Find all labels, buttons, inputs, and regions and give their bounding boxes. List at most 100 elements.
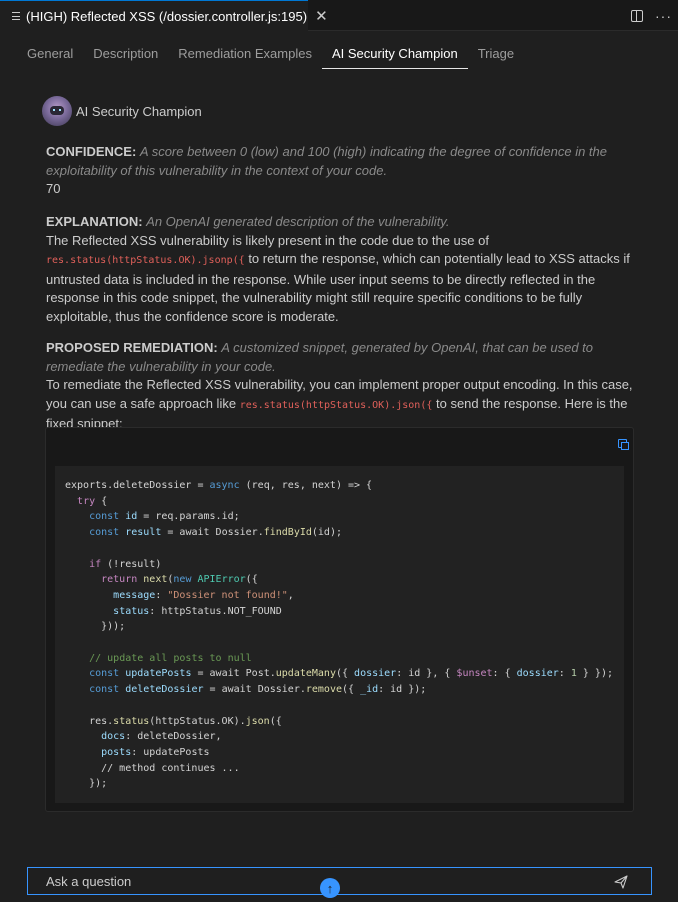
code-token: updateMany xyxy=(275,668,336,680)
code-line: // method continues ... xyxy=(65,763,240,774)
split-editor-icon[interactable] xyxy=(631,9,643,22)
code-line: return next(new APIError({ xyxy=(65,574,258,585)
code-token: if xyxy=(89,558,102,570)
code-token: = await Post. xyxy=(191,668,276,680)
code-token: : deleteDossier, xyxy=(125,731,222,743)
code-token: posts xyxy=(101,746,132,758)
remediation-section: PROPOSED REMEDIATION: A customized snipp… xyxy=(46,339,636,434)
explanation-section: EXPLANATION: An OpenAI generated descrip… xyxy=(46,213,636,326)
code-line: }); xyxy=(65,778,107,789)
code-token: next xyxy=(143,574,168,586)
code-line: const updatePosts = await Post.updateMan… xyxy=(65,668,613,679)
code-token: : id }, { xyxy=(396,668,457,680)
code-line: // update all posts to null xyxy=(65,653,252,664)
explanation-hint: An OpenAI generated description of the v… xyxy=(146,214,450,229)
code-token: findById xyxy=(263,527,312,539)
champion-name: AI Security Champion xyxy=(76,103,202,119)
code-token: }); xyxy=(65,778,108,790)
code-token: status xyxy=(113,605,150,617)
code-token: async xyxy=(209,480,240,491)
code-block: exports.deleteDossier = async (req, res,… xyxy=(65,478,624,792)
code-token: _id xyxy=(360,684,379,696)
robot-avatar-icon xyxy=(42,96,72,126)
tab-description[interactable]: Description xyxy=(83,43,168,69)
tab-ai-security-champion[interactable]: AI Security Champion xyxy=(321,43,468,69)
code-token: = await Dossier. xyxy=(203,684,306,696)
tab-remediation-examples[interactable]: Remediation Examples xyxy=(168,43,322,69)
code-token: id xyxy=(125,511,138,523)
code-line: if (!result) xyxy=(65,559,161,570)
code-token: new xyxy=(173,574,192,586)
code-token: const xyxy=(89,668,120,680)
editor-tab-bar: (HIGH) Reflected XSS (/dossier.controlle… xyxy=(0,0,678,31)
code-token: { xyxy=(95,495,108,507)
code-token: // update all posts to null xyxy=(89,652,252,664)
code-token: res. xyxy=(65,715,114,727)
code-snippet-box: exports.deleteDossier = async (req, res,… xyxy=(45,427,634,812)
code-line: docs: deleteDossier, xyxy=(65,731,222,743)
code-token: dossier xyxy=(516,668,559,680)
ask-question-input[interactable] xyxy=(46,873,586,889)
code-token: try xyxy=(77,495,96,507)
code-token: remove xyxy=(305,684,342,696)
scroll-up-button[interactable]: ↑ xyxy=(320,878,340,898)
tab-general[interactable]: General xyxy=(17,43,83,69)
remediation-label: PROPOSED REMEDIATION: xyxy=(46,340,218,355)
code-token: , xyxy=(287,589,294,601)
code-line: const deleteDossier = await Dossier.remo… xyxy=(65,684,426,695)
editor-tab[interactable]: (HIGH) Reflected XSS (/dossier.controlle… xyxy=(0,0,328,31)
code-token: docs xyxy=(101,731,126,743)
send-icon[interactable] xyxy=(613,874,629,890)
confidence-value: 70 xyxy=(46,181,61,196)
champion-header: AI Security Champion xyxy=(42,96,202,126)
explanation-text-before: The Reflected XSS vulnerability is likel… xyxy=(46,232,489,248)
code-snippet: exports.deleteDossier = async (req, res,… xyxy=(55,466,624,803)
code-token: exports.deleteDossier = xyxy=(65,480,210,491)
code-token: : { xyxy=(492,668,517,680)
remediation-inline-code: res.status(httpStatus.OK).json({ xyxy=(239,399,433,411)
code-line: const result = await Dossier.findById(id… xyxy=(65,527,342,538)
code-token: "Dossier not found!" xyxy=(167,589,288,601)
code-token: })); xyxy=(65,621,126,633)
confidence-label: CONFIDENCE: xyxy=(46,144,137,159)
code-token: deleteDossier xyxy=(125,684,204,696)
code-token: (req, res, next) => { xyxy=(239,480,373,491)
code-token: const xyxy=(89,684,120,696)
code-line: res.status(httpStatus.OK).json({ xyxy=(65,716,282,727)
code-token: $unset xyxy=(456,668,493,680)
explanation-inline-code: res.status(httpStatus.OK).jsonp({ xyxy=(46,255,245,266)
code-token: ({ xyxy=(342,684,361,696)
code-token: ({ xyxy=(269,715,282,727)
code-token: dossier xyxy=(354,668,397,680)
code-token: const xyxy=(89,527,120,539)
code-line: const id = req.params.id; xyxy=(65,511,240,522)
code-token: = await Dossier. xyxy=(161,527,264,539)
code-token: : xyxy=(155,589,168,601)
code-token: : httpStatus.NOT_FOUND xyxy=(149,605,282,617)
code-token: return xyxy=(101,574,138,586)
close-icon[interactable]: ✕ xyxy=(315,9,328,24)
code-token: ({ xyxy=(335,668,355,680)
panel-nav: General Description Remediation Examples… xyxy=(17,43,524,69)
tab-triage[interactable]: Triage xyxy=(468,43,524,69)
code-token: result xyxy=(125,527,162,539)
confidence-section: CONFIDENCE: A score between 0 (low) and … xyxy=(46,143,636,199)
code-line: try { xyxy=(65,496,107,507)
code-token: status xyxy=(113,715,150,727)
more-actions-icon[interactable]: ··· xyxy=(655,9,672,23)
code-token: : id }); xyxy=(378,684,427,696)
code-token: message xyxy=(113,589,156,601)
code-token: ({ xyxy=(245,574,258,586)
code-line: })); xyxy=(65,621,125,632)
copy-icon[interactable] xyxy=(618,439,629,450)
